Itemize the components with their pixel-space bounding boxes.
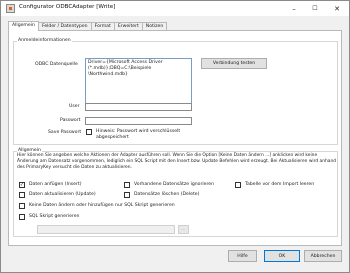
login-group-title: Anmeldeinformationen <box>17 38 72 43</box>
update-checkbox[interactable] <box>19 192 25 198</box>
truncate-option-label: Tabelle vor dem Import leeren <box>245 182 315 187</box>
general-description: Hier können Sie angeben welche Aktionen … <box>17 153 337 170</box>
password-field[interactable] <box>85 117 192 125</box>
save-password-checkbox[interactable] <box>86 129 92 135</box>
app-icon <box>6 4 15 13</box>
checkmark-icon: ✓ <box>19 181 25 188</box>
save-password-label: Save Passwort <box>48 130 82 135</box>
ignore-existing-checkbox[interactable] <box>124 182 130 188</box>
cancel-button[interactable]: Abbrechen <box>304 250 342 262</box>
maximize-icon[interactable]: ☐ <box>305 1 325 16</box>
truncate-checkbox[interactable] <box>235 182 241 188</box>
browse-button[interactable]: ... <box>178 225 189 234</box>
save-password-hint: Hinweis: Passwort wird verschlüsselt abg… <box>96 129 181 140</box>
insert-option-label: Daten anfügen (Insert) <box>29 182 82 187</box>
insert-checkbox[interactable]: ✓ <box>19 182 25 188</box>
datasource-label: ODBC Datenquelle <box>35 62 78 67</box>
help-button[interactable]: Hilfe <box>228 250 257 262</box>
password-label: Passwort <box>60 118 81 123</box>
user-field[interactable] <box>85 103 192 111</box>
test-connection-button[interactable]: Verbindung testen <box>201 58 267 69</box>
tab-panel-allgemein: Anmeldeinformationen ODBC Datenquelle Dr… <box>8 30 342 246</box>
window-title: Configurator ODBCAdapter [Write] <box>19 4 116 10</box>
datasource-textarea[interactable]: Driver={Microsoft Access Driver (*.mdb)}… <box>85 58 192 104</box>
no-change-option-label: Keine Daten ändern oder hinzufügen nur S… <box>29 203 175 208</box>
user-label: User <box>69 104 80 109</box>
no-change-checkbox[interactable] <box>19 203 25 209</box>
title-bar[interactable]: Configurator ODBCAdapter [Write] – ☐ ✕ <box>1 1 349 16</box>
sql-script-path-field[interactable] <box>37 225 175 234</box>
tab-allgemein[interactable]: Allgemein <box>8 21 39 31</box>
sql-script-option-label: SQL Skript generieren <box>29 214 80 219</box>
login-groupbox: Anmeldeinformationen ODBC Datenquelle Dr… <box>13 38 338 145</box>
configurator-window: Configurator ODBCAdapter [Write] – ☐ ✕ A… <box>0 0 350 273</box>
ignore-existing-label: Vorhandene Datensätze ignorieren <box>134 182 215 187</box>
delete-option-label: Datensätze löschen (Delete) <box>134 192 200 197</box>
sql-script-checkbox[interactable] <box>19 214 25 220</box>
update-option-label: Daten aktualisieren (Update) <box>29 192 96 197</box>
close-icon[interactable]: ✕ <box>327 1 347 16</box>
ok-button[interactable]: OK <box>264 250 300 262</box>
delete-checkbox[interactable] <box>124 192 130 198</box>
minimize-icon[interactable]: – <box>284 1 304 16</box>
